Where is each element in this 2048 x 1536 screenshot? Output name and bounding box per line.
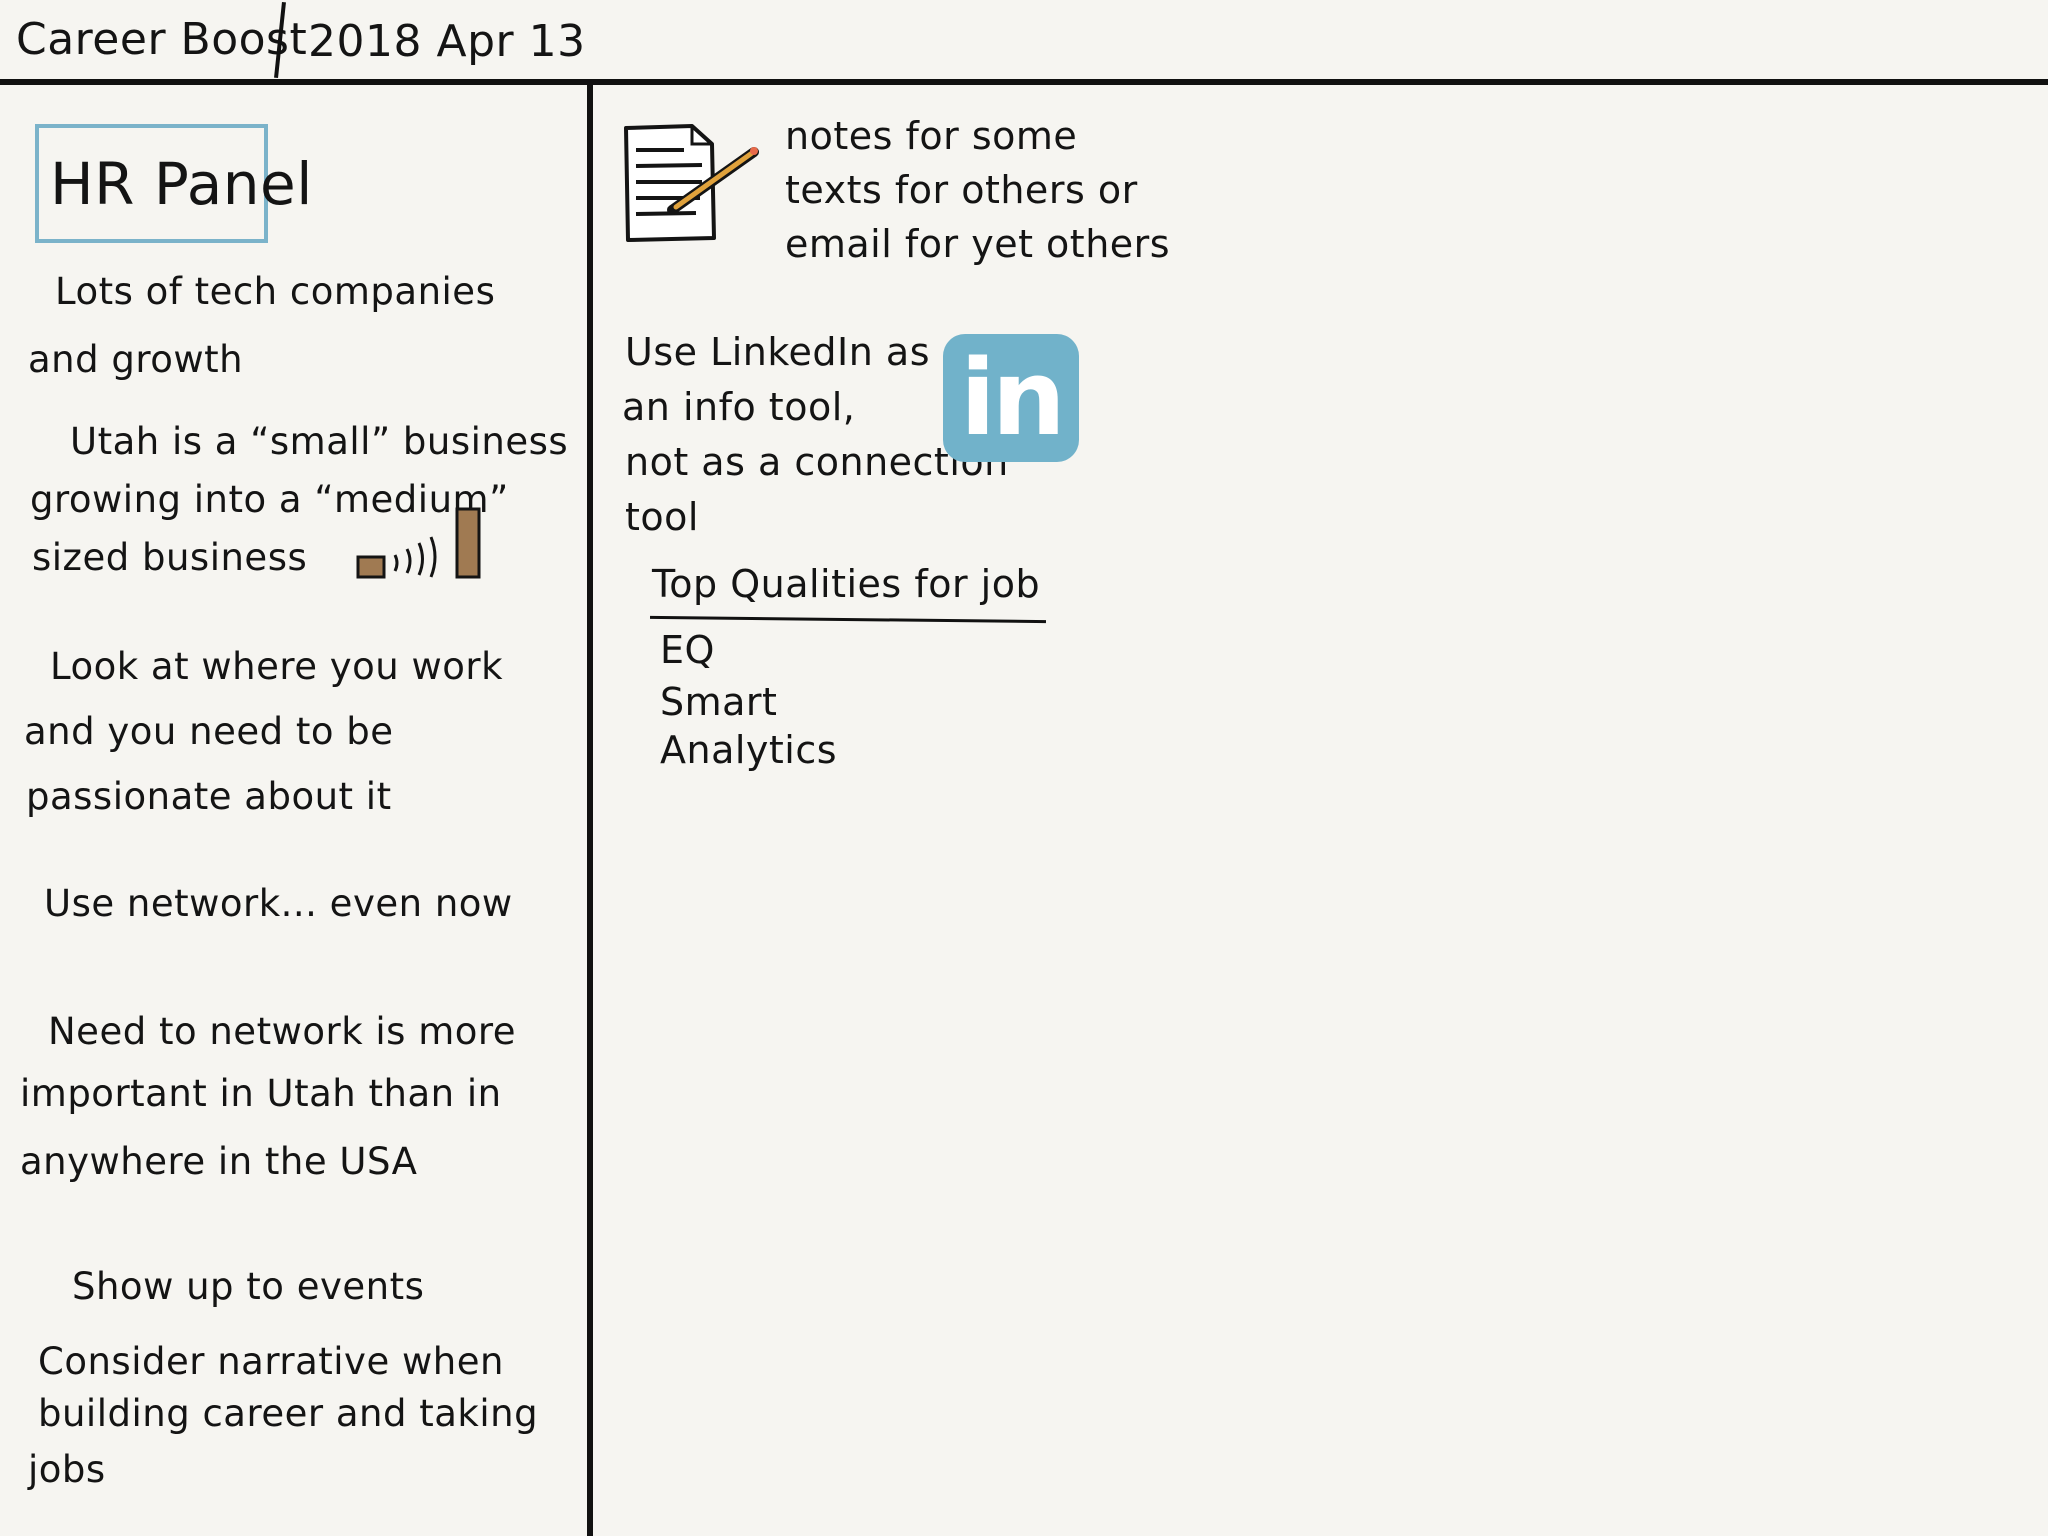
qualities-underline xyxy=(649,615,1047,624)
note-line: Consider narrative when xyxy=(38,1340,504,1383)
column-divider xyxy=(587,85,593,1536)
header-divider xyxy=(0,79,2048,85)
note-line: email for yet others xyxy=(785,222,1171,266)
note-line: jobs xyxy=(28,1448,106,1491)
small-to-big-growth-icon xyxy=(356,507,481,579)
note-line: sized business xyxy=(32,536,308,579)
qualities-heading: Top Qualities for job xyxy=(652,562,1041,606)
list-item: Smart xyxy=(660,680,778,724)
note-line: Lots of tech companies xyxy=(55,270,496,313)
linkedin-logo-icon: in xyxy=(943,334,1079,462)
note-line: and growth xyxy=(28,338,244,381)
note-line: anywhere in the USA xyxy=(20,1140,418,1183)
note-line: Need to network is more xyxy=(48,1010,517,1053)
page-date: 2018 Apr 13 xyxy=(308,16,586,67)
note-line: Look at where you work xyxy=(50,645,504,688)
note-line: Use LinkedIn as xyxy=(625,330,930,374)
note-line: Utah is a “small” business xyxy=(70,420,569,463)
note-line: Show up to events xyxy=(72,1265,425,1308)
note-line: passionate about it xyxy=(26,775,392,818)
panel-title: HR Panel xyxy=(50,150,313,218)
note-line: Use network... even now xyxy=(44,882,513,925)
note-line: important in Utah than in xyxy=(20,1072,502,1115)
note-line: notes for some xyxy=(785,114,1078,158)
note-line: tool xyxy=(625,495,699,539)
note-line: texts for others or xyxy=(785,168,1138,212)
list-item: EQ xyxy=(660,628,715,672)
page-title: Career Boost xyxy=(16,14,308,65)
note-line: building career and taking xyxy=(38,1392,539,1435)
note-line: and you need to be xyxy=(24,710,394,753)
list-item: Analytics xyxy=(660,728,838,772)
document-with-pencil-icon xyxy=(624,124,759,242)
note-line: an info tool, xyxy=(622,385,856,429)
